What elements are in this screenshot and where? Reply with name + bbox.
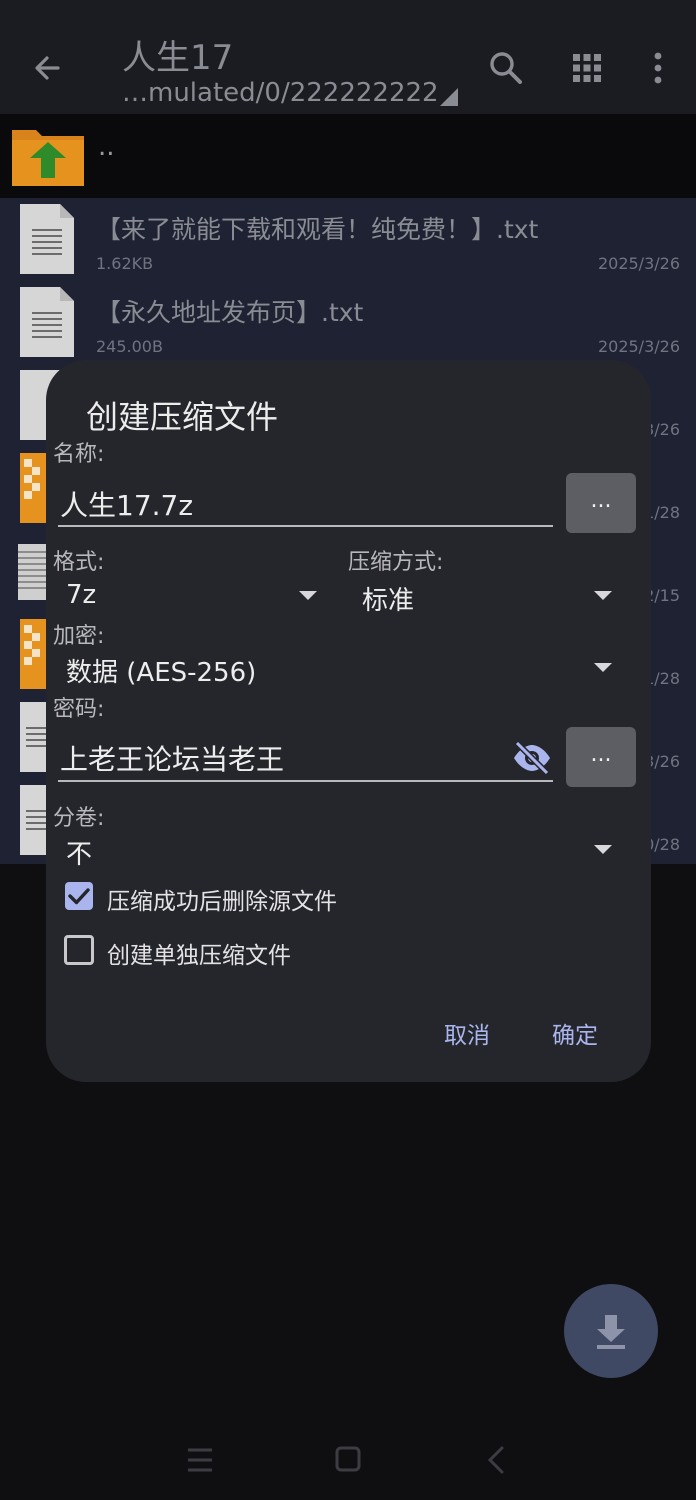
- file-name: 【永久地址发布页】.txt: [96, 298, 364, 327]
- file-size: 1.62KB: [96, 254, 154, 273]
- extract-fab-button[interactable]: [564, 1284, 658, 1378]
- format-select[interactable]: 7z: [66, 580, 96, 610]
- archive-name-input[interactable]: 人生17.7z: [60, 484, 193, 524]
- app-bar: 人生17 …mulated/0/222222222: [0, 0, 696, 114]
- password-label: 密码:: [53, 697, 105, 722]
- password-input[interactable]: 上老王论坛当老王: [60, 738, 284, 778]
- delete-source-checkbox[interactable]: [65, 882, 93, 910]
- password-underline: [58, 780, 553, 782]
- separate-archive-checkbox[interactable]: [64, 935, 94, 965]
- nav-home-icon[interactable]: [328, 1442, 368, 1478]
- checkmark-icon: [68, 888, 90, 905]
- volume-select[interactable]: 不: [66, 834, 92, 871]
- password-generate-button[interactable]: ...: [566, 727, 636, 787]
- visibility-off-icon[interactable]: [512, 740, 552, 776]
- nav-menu-icon[interactable]: [180, 1442, 220, 1478]
- text-file-icon: [20, 287, 74, 357]
- format-label: 格式:: [53, 550, 105, 575]
- separate-archive-label[interactable]: 创建单独压缩文件: [107, 936, 291, 970]
- text-file-icon: [20, 204, 74, 274]
- grid-view-icon[interactable]: [567, 48, 607, 88]
- path-dropdown-icon[interactable]: [440, 88, 458, 106]
- file-row[interactable]: 【永久地址发布页】.txt 245.00B 2025/3/26: [0, 281, 696, 364]
- file-row[interactable]: 【来了就能下载和观看！纯免费！】.txt 1.62KB 2025/3/26: [0, 198, 696, 281]
- file-name: 【来了就能下载和观看！纯免费！】.txt: [96, 215, 539, 244]
- encrypt-select[interactable]: 数据 (AES-256): [66, 652, 256, 689]
- format-dropdown-icon[interactable]: [299, 591, 317, 600]
- download-icon: [597, 1315, 625, 1349]
- name-label: 名称:: [53, 442, 105, 467]
- file-size: 245.00B: [96, 337, 163, 356]
- dialog-title: 创建压缩文件: [86, 398, 279, 436]
- nav-back-icon[interactable]: [476, 1442, 516, 1478]
- create-archive-dialog: 创建压缩文件 名称: 人生17.7z ... 格式: 7z 压缩方式: 标准 加…: [46, 360, 651, 1082]
- volume-dropdown-icon[interactable]: [594, 845, 612, 854]
- method-select[interactable]: 标准: [362, 580, 414, 617]
- cancel-button[interactable]: 取消: [444, 1016, 490, 1050]
- name-underline: [58, 525, 553, 527]
- file-date: 2025/3/26: [597, 254, 680, 273]
- parent-folder-label: ..: [98, 132, 115, 162]
- method-label: 压缩方式:: [348, 550, 444, 575]
- delete-source-label[interactable]: 压缩成功后删除源文件: [107, 882, 337, 916]
- search-icon[interactable]: [486, 48, 526, 88]
- encrypt-label: 加密:: [53, 624, 105, 649]
- encrypt-dropdown-icon[interactable]: [594, 663, 612, 672]
- back-arrow-icon[interactable]: [28, 48, 68, 88]
- more-vert-icon[interactable]: [638, 48, 678, 88]
- parent-folder-row[interactable]: ..: [0, 114, 696, 198]
- method-dropdown-icon[interactable]: [594, 591, 612, 600]
- folder-path[interactable]: …mulated/0/222222222: [122, 78, 439, 108]
- ok-button[interactable]: 确定: [552, 1016, 598, 1050]
- parent-folder-icon: [12, 130, 84, 186]
- volume-label: 分卷:: [53, 806, 105, 831]
- file-date: 2025/3/26: [597, 337, 680, 356]
- folder-title: 人生17: [122, 38, 234, 78]
- name-browse-button[interactable]: ...: [566, 473, 636, 533]
